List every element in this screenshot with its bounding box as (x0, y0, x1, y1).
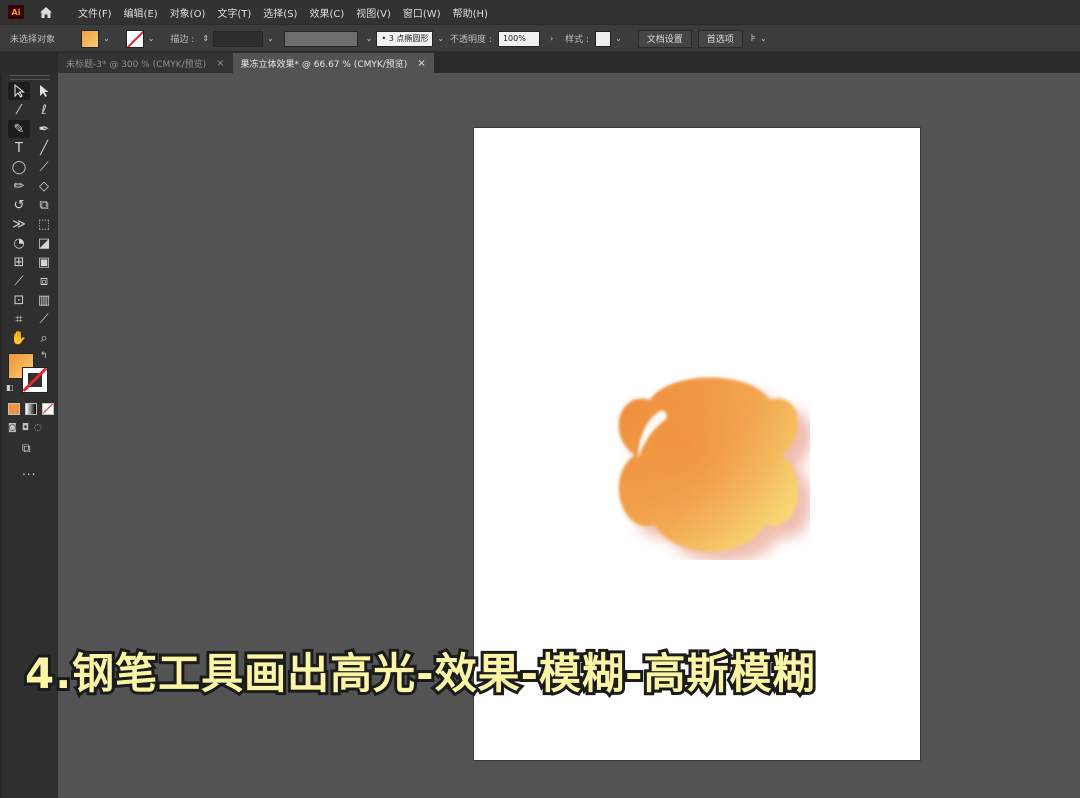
selection-status: 未选择对象 (10, 35, 56, 45)
stroke-color-box[interactable] (22, 367, 48, 393)
jelly-inner-glow (618, 377, 799, 552)
color-mode-row (2, 403, 58, 415)
menu-effect[interactable]: 效果(C) (309, 5, 344, 20)
screen-mode-icon[interactable]: ⧉ (22, 441, 58, 456)
magic-wand-tool-icon[interactable]: ⁄ (8, 101, 30, 119)
stroke-label: 描边 : (170, 35, 195, 45)
blend-tool-icon[interactable]: ⧈ (33, 272, 55, 290)
menu-window[interactable]: 窗口(W) (403, 5, 441, 20)
chevron-down-icon[interactable]: ⌄ (103, 34, 110, 43)
ellipse-tool-icon[interactable]: ◯ (8, 158, 30, 176)
pen-tool-icon[interactable]: ✒ (33, 120, 55, 138)
variable-width-profile[interactable] (283, 30, 358, 47)
chevron-down-icon[interactable]: ⌄ (148, 34, 155, 43)
graphic-style-swatch[interactable] (595, 30, 612, 47)
fill-color-swatch[interactable] (81, 29, 100, 48)
eyedropper-tool-icon[interactable]: ⟋ (8, 272, 30, 290)
chevron-right-icon[interactable]: › (550, 34, 553, 43)
style-label: 样式 : (565, 35, 590, 45)
menu-help[interactable]: 帮助(H) (453, 5, 488, 20)
jelly-flower-artwork[interactable] (610, 375, 810, 560)
opacity-field[interactable]: 100% (497, 30, 540, 47)
menu-select[interactable]: 选择(S) (263, 5, 297, 20)
stroke-inner (28, 373, 42, 387)
paintbrush-tool-icon[interactable]: ⟋ (33, 158, 55, 176)
menu-type[interactable]: 文字(T) (217, 5, 251, 20)
curvature-tool-icon[interactable]: ✎ (8, 120, 30, 138)
tutorial-caption: 4.钢笔工具画出高光-效果-模糊-高斯模糊 (22, 646, 817, 701)
draw-normal-icon[interactable]: ◙ (8, 423, 17, 433)
illustrator-logo[interactable]: Ai (8, 5, 24, 19)
control-bar: 未选择对象 ⌄ ⌄ 描边 : ⇕ ⌄ ⌄ • 3 点椭圆形 ⌄ 不透明度 : 1… (0, 24, 1080, 52)
stroke-weight-field[interactable] (213, 30, 264, 47)
bullet-icon: • (381, 34, 389, 43)
free-transform-tool-icon[interactable]: ⬚ (33, 215, 55, 233)
close-icon[interactable]: × (216, 58, 224, 69)
chevron-down-icon[interactable]: ⌄ (615, 34, 622, 43)
close-icon[interactable]: × (417, 58, 425, 69)
document-setup-button[interactable]: 文档设置 (637, 29, 692, 48)
live-paint-bucket-tool-icon[interactable]: ◪ (33, 234, 55, 252)
mesh-tool-icon[interactable]: ⊞ (8, 253, 30, 271)
menu-view[interactable]: 视图(V) (356, 5, 391, 20)
width-tool-icon[interactable]: ≫ (8, 215, 30, 233)
draw-mode-row: ◙ ◘ ◌ (2, 423, 58, 433)
pencil-tool-icon[interactable]: ✏ (8, 177, 30, 195)
draw-behind-icon[interactable]: ◘ (22, 423, 29, 433)
brush-definition-field[interactable]: • 3 点椭圆形 (376, 30, 434, 47)
menu-items: 文件(F) 编辑(E) 对象(O) 文字(T) 选择(S) 效果(C) 视图(V… (78, 5, 488, 20)
selection-tool-icon[interactable] (8, 82, 30, 100)
slice-tool-icon[interactable]: ⟋ (33, 310, 55, 328)
tool-grid: ⁄ ℓ ✎ ✒ T ╱ ◯ ⟋ ✏ ◇ ↺ ⧉ ≫ ⬚ ◔ ◪ ⊞ ▣ ⟋ ⧈ … (2, 80, 58, 347)
tab-label: 果冻立体效果* @ 66.67 % (CMYK/预览) (240, 59, 408, 70)
brush-value: 3 点椭圆形 (388, 34, 429, 43)
artboard-tool-icon[interactable]: ⌗ (8, 310, 30, 328)
tab-label: 未标题-3* @ 300 % (CMYK/预览) (66, 59, 207, 70)
home-icon[interactable] (38, 4, 54, 20)
document-tabs: 未标题-3* @ 300 % (CMYK/预览) × 果冻立体效果* @ 66.… (0, 51, 1080, 73)
edit-toolbar-button[interactable]: ... (22, 464, 58, 478)
default-fill-stroke-icon[interactable]: ◧ (6, 383, 14, 392)
none-mode-icon[interactable] (42, 403, 54, 415)
eraser-tool-icon[interactable]: ◇ (33, 177, 55, 195)
opacity-value: 100% (502, 34, 526, 43)
chevron-down-icon[interactable]: ⌄ (760, 34, 767, 43)
direct-selection-tool-icon[interactable] (33, 82, 55, 100)
symbol-sprayer-tool-icon[interactable]: ⊡ (8, 291, 30, 309)
type-tool-icon[interactable]: T (8, 139, 30, 157)
menu-file[interactable]: 文件(F) (78, 5, 112, 20)
tab-untitled-3[interactable]: 未标题-3* @ 300 % (CMYK/预览) × (58, 53, 233, 73)
lasso-tool-icon[interactable]: ℓ (33, 101, 55, 119)
swap-fill-stroke-icon[interactable]: ↰ (40, 351, 48, 361)
opacity-label: 不透明度 : (450, 35, 492, 45)
brush-dropdown-arrow[interactable]: ⌄ (366, 34, 373, 43)
line-segment-tool-icon[interactable]: ╱ (33, 139, 55, 157)
color-mode-icon[interactable] (8, 403, 20, 415)
menu-edit[interactable]: 编辑(E) (124, 5, 158, 20)
draw-inside-icon[interactable]: ◌ (34, 423, 42, 433)
fill-stroke-widget: ↰ ◧ (2, 351, 58, 399)
chevron-down-icon[interactable]: ⌄ (437, 34, 444, 43)
tab-jelly-effect[interactable]: 果冻立体效果* @ 66.67 % (CMYK/预览) × (232, 53, 434, 73)
rotate-tool-icon[interactable]: ↺ (8, 196, 30, 214)
hand-tool-icon[interactable]: ✋ (8, 329, 30, 347)
gradient-tool-icon[interactable]: ▣ (33, 253, 55, 271)
align-options-icon[interactable]: ⊧ (751, 33, 756, 44)
gradient-mode-icon[interactable] (25, 403, 37, 415)
stroke-color-swatch[interactable] (125, 29, 144, 48)
zoom-tool-icon[interactable]: ⌕ (33, 329, 55, 347)
shape-builder-tool-icon[interactable]: ◔ (8, 234, 30, 252)
column-graph-tool-icon[interactable]: ▥ (33, 291, 55, 309)
scale-tool-icon[interactable]: ⧉ (33, 196, 55, 214)
menu-object[interactable]: 对象(O) (170, 5, 206, 20)
menu-bar: Ai 文件(F) 编辑(E) 对象(O) 文字(T) 选择(S) 效果(C) 视… (0, 0, 1080, 24)
stroke-weight-stepper[interactable]: ⇕ (202, 34, 209, 43)
chevron-down-icon[interactable]: ⌄ (267, 34, 274, 43)
preferences-button[interactable]: 首选项 (697, 29, 743, 48)
